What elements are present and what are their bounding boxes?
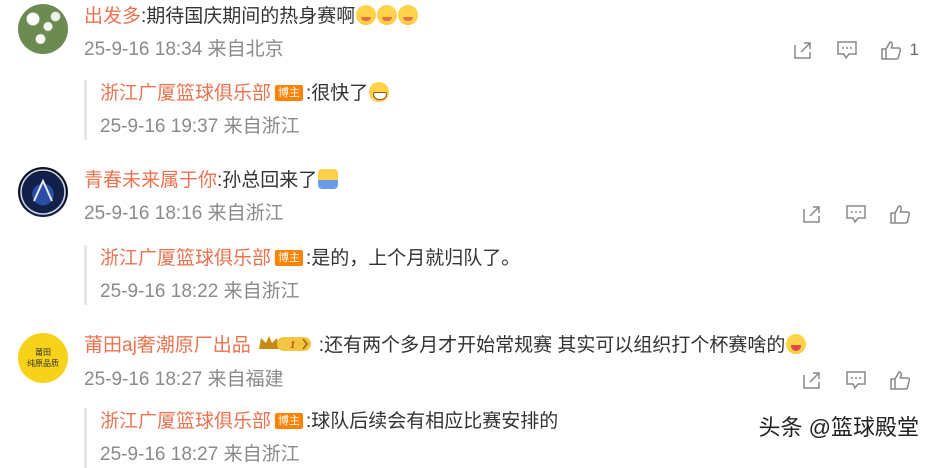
like-button[interactable]: 1: [880, 40, 919, 60]
share-icon: [803, 206, 820, 223]
hug-emoji-icon: [318, 169, 339, 189]
share-icon: [803, 372, 820, 389]
comment-location: 来自福建: [207, 369, 284, 390]
reply-location: 来自浙江: [223, 281, 300, 302]
like-count: 1: [909, 40, 919, 59]
share-button[interactable]: [801, 204, 823, 224]
reply-text: :球队后续会有相应比赛安排的: [306, 411, 559, 432]
reply-button[interactable]: [836, 40, 858, 60]
comment-time: 25-9-16 18:16: [84, 203, 203, 224]
reply-time: 25-9-16 19:37: [100, 116, 219, 137]
comment-username[interactable]: 出发多: [84, 6, 141, 27]
reply-block: 浙江广厦篮球俱乐部 博主:是的，上个月就归队了。 25-9-16 18:22 来自…: [84, 245, 920, 305]
comment-actions: [779, 367, 919, 393]
reply-time: 25-9-16 18:22: [100, 281, 219, 302]
avatar[interactable]: 莆田 纯原品质: [18, 333, 68, 383]
comment-body: 出发多:期待国庆期间的热身赛啊: [84, 3, 419, 31]
author-badge: 博主: [275, 413, 304, 429]
comment-actions: [779, 201, 919, 227]
share-icon: [793, 42, 811, 59]
reply-block: 浙江广厦篮球俱乐部 博主:很快了 25-9-16 19:37 来自浙江: [84, 80, 920, 140]
comment-time: 25-9-16 18:27: [84, 369, 203, 390]
avatar-text-line: 纯原品质: [27, 359, 59, 368]
vip-crown-badge-icon: 1: [258, 336, 311, 351]
comment-icon: [846, 205, 866, 224]
reply-username[interactable]: 浙江广厦篮球俱乐部: [100, 83, 271, 104]
like-icon: [890, 205, 911, 224]
reply-time: 25-9-16 18:27: [100, 444, 219, 465]
comment-icon: [846, 371, 866, 390]
reply-username[interactable]: 浙江广厦篮球俱乐部: [100, 411, 271, 432]
grin-face-emoji-icon: [369, 82, 390, 102]
watermark: 头条 @篮球殿堂: [758, 415, 919, 440]
reply-location: 来自浙江: [223, 444, 300, 465]
comment-meta: 25-9-16 18:27 来自福建: [84, 367, 284, 393]
inter-logo-icon: [20, 169, 66, 215]
tongue-face-emoji-icon: [786, 334, 807, 354]
vip-level: 1: [290, 339, 296, 351]
shy-face-emoji-icon: [398, 5, 419, 25]
reply-text: :很快了: [306, 83, 369, 104]
comment-username[interactable]: 青春未来属于你: [84, 170, 217, 191]
avatar[interactable]: [18, 167, 68, 217]
comment-meta: 25-9-16 18:16 来自浙江: [84, 201, 284, 227]
comment-icon: [836, 41, 857, 60]
like-icon: [880, 41, 901, 60]
comment-text: :还有两个多月才开始常规赛 其实可以组织打个杯赛啥的: [318, 335, 786, 356]
like-button[interactable]: [889, 204, 919, 224]
like-button[interactable]: [889, 370, 919, 390]
avatar[interactable]: [18, 4, 68, 54]
comment-time: 25-9-16 18:34: [84, 39, 203, 60]
reply-location: 来自浙江: [223, 116, 300, 137]
like-icon: [890, 371, 911, 390]
comment-username[interactable]: 莆田aj奢潮原厂出品: [84, 335, 251, 356]
reply-text: :是的，上个月就归队了。: [306, 248, 521, 269]
avatar-text-line: 莆田: [35, 348, 51, 357]
share-button[interactable]: [792, 40, 814, 60]
share-button[interactable]: [801, 370, 823, 390]
reply-button[interactable]: [845, 204, 867, 224]
comment-text: :期待国庆期间的热身赛啊: [141, 6, 356, 27]
comment-location: 来自北京: [207, 39, 284, 60]
comment-meta: 25-9-16 18:34 来自北京: [84, 37, 284, 63]
author-badge: 博主: [275, 85, 304, 101]
reply-button[interactable]: [845, 370, 867, 390]
comment-body: 莆田aj奢潮原厂出品 1 :还有两个多月才开始常规赛 其实可以组织打个杯赛啥的: [84, 332, 807, 360]
comment-actions: 1: [770, 37, 919, 63]
shy-face-emoji-icon: [356, 5, 377, 25]
shy-face-emoji-icon: [377, 5, 398, 25]
author-badge: 博主: [275, 250, 304, 266]
comment-text: :孙总回来了: [217, 170, 318, 191]
reply-username[interactable]: 浙江广厦篮球俱乐部: [100, 248, 271, 269]
comment-body: 青春未来属于你:孙总回来了: [84, 167, 339, 195]
comment-location: 来自浙江: [207, 203, 284, 224]
